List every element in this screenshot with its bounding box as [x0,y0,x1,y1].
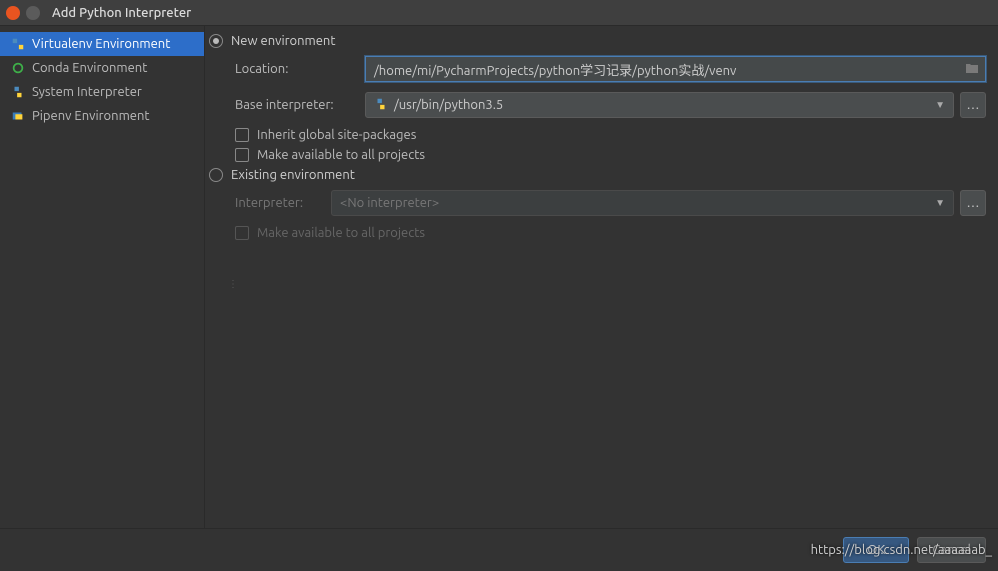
sidebar-item-label: System Interpreter [32,85,142,99]
inherit-checkbox-row[interactable]: Inherit global site-packages [235,128,986,142]
python-icon [374,97,388,114]
window-title: Add Python Interpreter [52,6,191,20]
sidebar-item-virtualenv[interactable]: Virtualenv Environment [0,32,204,56]
sidebar-item-label: Virtualenv Environment [32,37,170,51]
sidebar-item-conda[interactable]: Conda Environment [0,56,204,80]
sidebar: Virtualenv Environment Conda Environment… [0,26,205,528]
folder-icon[interactable] [965,62,979,77]
interpreter-combo: <No interpreter> ▼ [331,190,954,216]
ok-button-label: OK [867,543,885,557]
close-icon[interactable] [6,6,20,20]
minimize-icon[interactable] [26,6,40,20]
radio-new-env-label: New environment [231,34,335,48]
make-available2-checkbox [235,226,249,240]
python-icon [10,84,26,100]
virtualenv-icon [10,36,26,52]
make-available-checkbox-row[interactable]: Make available to all projects [235,148,986,162]
browse-existing-button[interactable]: … [960,190,986,216]
sidebar-item-label: Conda Environment [32,61,147,75]
base-interpreter-label: Base interpreter: [235,98,365,112]
radio-existing-env-label: Existing environment [231,168,355,182]
make-available2-row: Make available to all projects [235,226,986,240]
inherit-label: Inherit global site-packages [257,128,416,142]
footer: OK Cancel [0,528,998,571]
chevron-down-icon: ▼ [935,197,945,209]
interpreter-value: <No interpreter> [340,196,439,210]
cancel-button[interactable]: Cancel [917,537,986,563]
base-interpreter-value: /usr/bin/python3.5 [394,98,503,112]
make-available2-label: Make available to all projects [257,226,425,240]
sidebar-item-pipenv[interactable]: Pipenv Environment [0,104,204,128]
make-available-checkbox[interactable] [235,148,249,162]
radio-new-env[interactable] [209,34,223,48]
cancel-button-label: Cancel [932,543,971,557]
browse-interpreter-button[interactable]: … [960,92,986,118]
radio-new-env-row[interactable]: New environment [209,34,986,48]
radio-existing-env-row[interactable]: Existing environment [209,168,986,182]
location-value: /home/mi/PycharmProjects/python学习记录/pyth… [374,60,736,79]
titlebar: Add Python Interpreter [0,0,998,26]
location-input[interactable]: /home/mi/PycharmProjects/python学习记录/pyth… [365,56,986,82]
ok-button[interactable]: OK [843,537,909,563]
make-available-label: Make available to all projects [257,148,425,162]
content-panel: New environment Location: /home/mi/Pycha… [205,26,998,528]
inherit-checkbox[interactable] [235,128,249,142]
location-label: Location: [235,62,365,76]
chevron-down-icon: ▼ [935,99,945,111]
pipenv-icon [10,108,26,124]
interpreter-label: Interpreter: [235,196,331,210]
sidebar-item-system[interactable]: System Interpreter [0,80,204,104]
radio-existing-env[interactable] [209,168,223,182]
base-interpreter-combo[interactable]: /usr/bin/python3.5 ▼ [365,92,954,118]
splitter-handle-icon[interactable]: ⋮ [228,278,237,290]
conda-icon [10,60,26,76]
sidebar-item-label: Pipenv Environment [32,109,150,123]
